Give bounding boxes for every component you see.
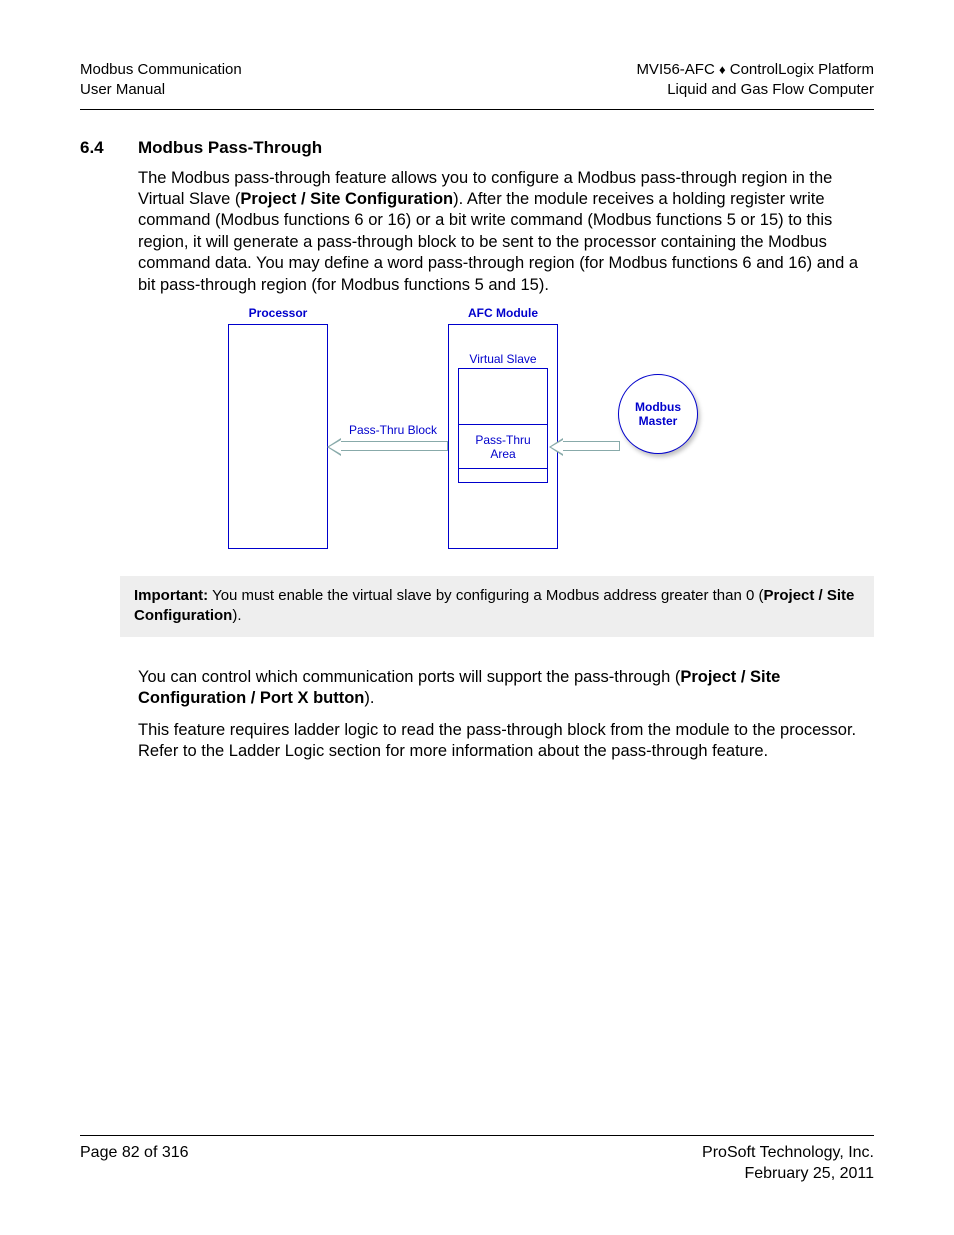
diagram: Processor AFC Module Virtual Slave Pass-… [138, 306, 874, 556]
header-left-line2: User Manual [80, 80, 242, 100]
diagram-label-virtual-slave: Virtual Slave [458, 352, 548, 366]
important-note: Important: You must enable the virtual s… [120, 576, 874, 637]
diagram-circle-modbus-master: Modbus Master [618, 374, 698, 454]
footer-company: ProSoft Technology, Inc. [702, 1142, 874, 1164]
diagram-arrow-to-processor [338, 441, 448, 451]
paragraph-1: The Modbus pass-through feature allows y… [138, 168, 874, 297]
diagram-arrow-from-master [560, 441, 620, 451]
header-left-line1: Modbus Communication [80, 60, 242, 80]
section-heading: 6.4 Modbus Pass-Through [80, 138, 874, 158]
diagram-label-afc: AFC Module [458, 306, 548, 320]
header-right-line1: MVI56-AFC ♦ ControlLogix Platform [636, 60, 874, 80]
section-title: Modbus Pass-Through [138, 138, 322, 158]
footer-date: February 25, 2011 [702, 1163, 874, 1185]
diagram-label-passthru-block: Pass-Thru Block [343, 423, 443, 437]
header-right-line2: Liquid and Gas Flow Computer [636, 80, 874, 100]
paragraph-2: You can control which communication port… [138, 667, 874, 710]
diagram-box-processor [228, 324, 328, 549]
paragraph-3: This feature requires ladder logic to re… [138, 720, 874, 763]
footer-page-number: Page 82 of 316 [80, 1142, 189, 1185]
diagram-label-processor: Processor [238, 306, 318, 320]
diagram-box-passthru-area: Pass-Thru Area [458, 424, 548, 469]
section-number: 6.4 [80, 138, 138, 158]
diamond-icon: ♦ [719, 62, 726, 77]
page-header: Modbus Communication User Manual MVI56-A… [80, 60, 874, 110]
important-label: Important: [134, 587, 208, 604]
page-footer: Page 82 of 316 ProSoft Technology, Inc. … [80, 1135, 874, 1185]
